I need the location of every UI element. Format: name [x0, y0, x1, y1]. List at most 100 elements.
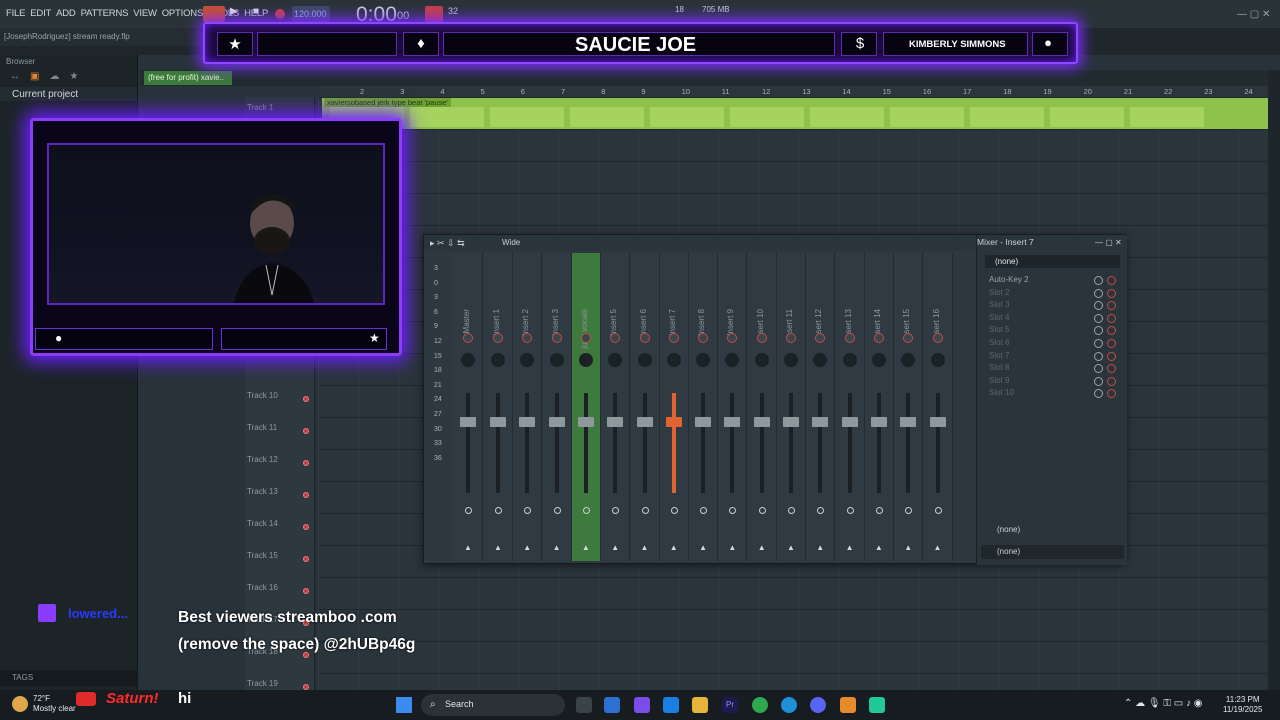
- strip-enable-led[interactable]: [846, 507, 854, 514]
- strip-enable-led[interactable]: [465, 507, 472, 514]
- strip-route-arrow-icon[interactable]: ▲: [523, 543, 531, 552]
- mixer-strip[interactable]: Insert 15 ▲: [894, 253, 924, 561]
- strip-fader-handle[interactable]: [841, 417, 858, 427]
- weather-icon[interactable]: [12, 696, 28, 712]
- strip-enable-led[interactable]: [612, 507, 620, 514]
- track-mute-led[interactable]: [303, 556, 309, 562]
- strip-route-arrow-icon[interactable]: ▲: [553, 543, 561, 552]
- strip-fader-handle[interactable]: [607, 417, 624, 427]
- output-target[interactable]: (none): [981, 545, 1124, 559]
- tempo-display[interactable]: 120.000: [292, 6, 330, 22]
- strip-fader-track[interactable]: [525, 393, 530, 493]
- mixer-strip[interactable]: Insert 16 ▲: [923, 253, 953, 561]
- strip-stereo-knob[interactable]: [871, 353, 886, 367]
- strip-fader-handle[interactable]: [636, 417, 653, 427]
- fl-studio-icon[interactable]: [840, 697, 856, 713]
- premiere-icon[interactable]: Pr: [722, 697, 738, 713]
- strip-fader-track[interactable]: [554, 393, 559, 493]
- strip-fader-handle[interactable]: [695, 417, 712, 427]
- strip-pan-knob[interactable]: [522, 333, 533, 343]
- mixer-strip[interactable]: Insert 12 ▲: [806, 253, 836, 561]
- effect-slot[interactable]: Slot 3: [981, 300, 1121, 312]
- browser-current-project[interactable]: Current project: [0, 87, 137, 101]
- strip-enable-led[interactable]: [495, 507, 502, 514]
- strip-fader-track[interactable]: [466, 393, 470, 493]
- mixer-strip[interactable]: Insert 13 ▲: [835, 253, 865, 561]
- audio-clip[interactable]: xaviersobased jerk type beat 'pause': [322, 98, 1268, 129]
- taskbar-search[interactable]: Search: [421, 694, 565, 716]
- strip-stereo-knob[interactable]: [491, 353, 505, 367]
- strip-pan-knob[interactable]: [756, 333, 767, 343]
- record-icon[interactable]: [275, 9, 285, 19]
- slot-mix-knob[interactable]: [1094, 376, 1103, 386]
- track-label[interactable]: Track 15: [247, 551, 278, 560]
- menu-patterns[interactable]: PATTERNS: [81, 8, 129, 19]
- mail-icon[interactable]: [663, 697, 679, 713]
- strip-pan-knob[interactable]: [551, 333, 562, 343]
- strip-stereo-knob[interactable]: [520, 353, 535, 367]
- strip-fader-handle[interactable]: [724, 417, 741, 427]
- strip-route-arrow-icon[interactable]: ▲: [611, 543, 619, 552]
- strip-pan-knob[interactable]: [815, 333, 826, 343]
- strip-enable-led[interactable]: [641, 507, 649, 514]
- track-mute-led[interactable]: [303, 460, 309, 466]
- strip-pan-knob[interactable]: [580, 333, 591, 343]
- effect-slot[interactable]: Auto-Key 2: [981, 275, 1121, 287]
- strip-enable-led[interactable]: [670, 507, 678, 514]
- strip-route-arrow-icon[interactable]: ▲: [728, 543, 736, 552]
- app-icon[interactable]: [869, 697, 885, 713]
- slot-mix-knob[interactable]: [1094, 276, 1103, 285]
- strip-fader-track[interactable]: [671, 393, 676, 493]
- track-mute-led[interactable]: [303, 492, 309, 498]
- pattern-song-toggle[interactable]: [203, 6, 225, 22]
- strip-enable-led[interactable]: [700, 507, 708, 514]
- slot-mix-knob[interactable]: [1094, 313, 1103, 323]
- strip-pan-knob[interactable]: [844, 333, 855, 343]
- strip-name[interactable]: Insert 2: [521, 309, 530, 336]
- mixer-strip[interactable]: juce vocals ▲: [571, 253, 601, 561]
- menu-file[interactable]: FILE: [6, 8, 25, 19]
- strip-pan-knob[interactable]: [786, 333, 796, 343]
- strip-stereo-knob[interactable]: [813, 353, 828, 367]
- strip-route-arrow-icon[interactable]: ▲: [787, 543, 795, 552]
- slot-enable-led[interactable]: [1107, 339, 1116, 348]
- strip-route-arrow-icon[interactable]: ▲: [699, 543, 707, 552]
- slot-mix-knob[interactable]: [1094, 364, 1103, 374]
- recording-icon[interactable]: [425, 6, 443, 22]
- track-mute-led[interactable]: [303, 588, 309, 594]
- slot-enable-led[interactable]: [1107, 326, 1116, 336]
- strip-fader-handle[interactable]: [490, 417, 506, 427]
- strip-fader-track[interactable]: [847, 393, 852, 493]
- mixer-strip[interactable]: Insert 8 ▲: [689, 253, 719, 561]
- slot-mix-knob[interactable]: [1094, 389, 1103, 399]
- discord-icon[interactable]: [810, 697, 826, 713]
- strip-fader-track[interactable]: [613, 393, 618, 493]
- mixer-strip[interactable]: Master ▲: [454, 253, 483, 561]
- mixer-strip[interactable]: Insert 7 ▲: [659, 253, 689, 561]
- cloud-icon[interactable]: ☁: [49, 71, 59, 85]
- strip-stereo-knob[interactable]: [578, 353, 593, 367]
- strip-route-arrow-icon[interactable]: ▲: [934, 543, 942, 552]
- strip-fader-track[interactable]: [730, 393, 735, 493]
- slot-enable-led[interactable]: [1107, 276, 1116, 285]
- pattern-selector[interactable]: (free for profit) xavie..: [144, 71, 232, 85]
- slot-mix-knob[interactable]: [1094, 351, 1103, 361]
- strip-fader-handle[interactable]: [812, 417, 829, 427]
- strip-name[interactable]: Insert 9: [726, 309, 735, 336]
- strip-stereo-knob[interactable]: [754, 353, 769, 367]
- strip-name[interactable]: Insert 5: [609, 309, 618, 336]
- strip-fader-handle[interactable]: [577, 417, 594, 427]
- strip-enable-led[interactable]: [553, 507, 561, 514]
- strip-stereo-knob[interactable]: [637, 353, 652, 367]
- strip-stereo-knob[interactable]: [901, 353, 916, 367]
- strip-fader-track[interactable]: [701, 393, 706, 493]
- strip-stereo-knob[interactable]: [666, 353, 681, 367]
- strip-name[interactable]: Insert 3: [551, 309, 560, 336]
- strip-name[interactable]: Insert 7: [668, 309, 677, 336]
- strip-route-arrow-icon[interactable]: ▲: [464, 543, 472, 552]
- strip-enable-led[interactable]: [729, 507, 737, 514]
- strip-pan-knob[interactable]: [903, 333, 914, 343]
- slot-enable-led[interactable]: [1107, 301, 1116, 311]
- strip-route-arrow-icon[interactable]: ▲: [641, 543, 649, 552]
- strip-fader-handle[interactable]: [548, 417, 565, 427]
